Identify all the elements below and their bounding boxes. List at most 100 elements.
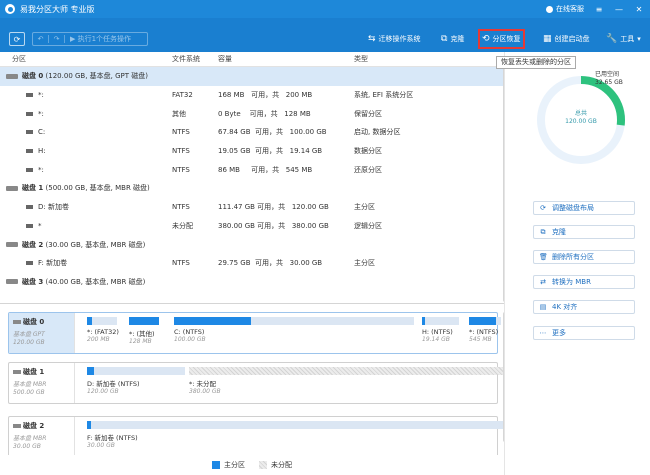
partition-table: 分区 文件系统 容量 类型 磁盘 0 (120.00 GB, 基本盘, GPT … — [0, 52, 504, 303]
partition-block[interactable]: C: (NTFS) 100.00 GB — [174, 317, 414, 343]
refresh-button[interactable]: ⟳ — [9, 32, 25, 46]
convert-icon: ⇄ — [540, 278, 546, 286]
partition-block[interactable]: *: (其他) 128 MB — [129, 317, 159, 345]
disk-name: 磁盘 1 — [22, 184, 44, 193]
partition-block-size: 128 MB — [129, 338, 152, 345]
disk-map: 磁盘 0 基本盘 GPT 120.00 GB *: (FAT32) 200 MB *: (… — [0, 304, 504, 455]
partition-bar — [87, 421, 504, 429]
type-cell: 保留分区 — [354, 109, 382, 118]
total-space-value: 120.00 GB — [565, 118, 597, 125]
op-label: 更多 — [552, 329, 566, 337]
partition-icon — [26, 149, 33, 154]
app-logo-icon — [5, 4, 15, 14]
disk-card[interactable]: 磁盘 0 基本盘 GPT 120.00 GB *: (FAT32) 200 MB *: (… — [8, 312, 501, 354]
partition-block[interactable]: D: 新加卷 (NTFS) 120.00 GB — [87, 367, 185, 395]
undo-redo-group: ↶ ↷ ▶ 执行1个任务操作 — [32, 32, 148, 46]
partition-block[interactable]: *: 未分配 380.00 GB — [189, 367, 504, 395]
type-cell: 系统, EFI 系统分区 — [354, 91, 414, 100]
clone-button[interactable]: ⧉ 克隆 — [441, 33, 464, 45]
capacity-cell: 168 MB 可用，共 200 MB — [218, 91, 313, 100]
user-icon — [546, 5, 553, 13]
partition-block-name: C: (NTFS) — [174, 328, 205, 336]
table-header: 分区 文件系统 容量 类型 — [0, 52, 504, 67]
filesystem-cell: NTFS — [172, 147, 190, 156]
used-space-label: 已用空间 32.65 GB — [595, 71, 623, 87]
migrate-os-button[interactable]: ⇆ 迁移操作系统 — [368, 33, 421, 45]
capacity-cell: 29.75 GB 可用，共 30.00 GB — [218, 259, 323, 268]
op-label: 克隆 — [552, 228, 566, 236]
chevron-down-icon: ▾ — [637, 35, 641, 43]
partition-block-name: H: (NTFS) — [422, 328, 453, 336]
capacity-cell: 19.05 GB 可用，共 19.14 GB — [218, 147, 323, 156]
partition-block-name: F: 新加卷 (NTFS) — [87, 434, 138, 442]
partition-row[interactable]: *: FAT32 168 MB 可用，共 200 MB 系统, EFI 系统分区 — [0, 86, 504, 105]
partition-name-cell: D: 新加卷 — [14, 202, 69, 212]
adjust-layout-icon: ⟳ — [540, 204, 546, 212]
op-clone-button[interactable]: ⧉ 克隆 — [533, 225, 635, 239]
partition-name-cell: *: — [14, 110, 44, 118]
partition-row[interactable]: C: NTFS 67.84 GB 可用，共 100.00 GB 启动, 数据分区 — [0, 123, 504, 142]
op-label: 4K 对齐 — [552, 303, 578, 311]
minimize-icon[interactable]: — — [614, 5, 624, 14]
partition-recovery-button[interactable]: ⟲ 分区恢复 — [478, 29, 525, 49]
partition-name-cell: *: — [14, 91, 44, 99]
op-more-button[interactable]: ⋯ 更多 — [533, 326, 635, 340]
header-capacity[interactable]: 容量 — [218, 54, 232, 64]
disk-card-title: 磁盘 0 — [23, 318, 45, 326]
used-space-value: 32.65 GB — [595, 79, 623, 86]
partition-used-fill — [129, 317, 159, 325]
used-space-title: 已用空间 — [595, 71, 620, 78]
partition-row[interactable]: *: 其他 0 Byte 可用，共 128 MB 保留分区 — [0, 104, 504, 123]
disk-row[interactable]: 磁盘 1 (500.00 GB, 基本盘, MBR 磁盘) — [0, 179, 504, 198]
disk-row[interactable]: 磁盘 3 (40.00 GB, 基本盘, MBR 磁盘) — [0, 273, 504, 292]
menu-icon[interactable]: ≡ — [594, 5, 604, 14]
header-partition[interactable]: 分区 — [12, 54, 26, 64]
partition-block[interactable]: *: (NTFS) 545 MB — [469, 317, 501, 343]
partition-name: F: 新加卷 — [38, 259, 68, 268]
partition-row[interactable]: H: NTFS 19.05 GB 可用，共 19.14 GB 数据分区 — [0, 142, 504, 161]
op-align-button[interactable]: ▤ 4K 对齐 — [533, 300, 635, 314]
partition-block[interactable]: F: 新加卷 (NTFS) 30.00 GB — [87, 421, 504, 449]
disk-card[interactable]: 磁盘 1 基本盘 MBR 500.00 GB D: 新加卷 (NTFS) 120.00 … — [8, 362, 504, 404]
partition-row[interactable]: *: NTFS 86 MB 可用，共 545 MB 还原分区 — [0, 160, 504, 179]
filesystem-cell: NTFS — [172, 128, 190, 137]
capacity-cell: 111.47 GB 可用，共 120.00 GB — [218, 203, 329, 212]
partition-icon — [26, 261, 33, 266]
partition-row[interactable]: F: 新加卷 NTFS 29.75 GB 可用，共 30.00 GB 主分区 — [0, 254, 504, 273]
filesystem-cell: NTFS — [172, 259, 190, 268]
partition-name-cell: F: 新加卷 — [14, 258, 67, 268]
partition-row[interactable]: D: 新加卷 NTFS 111.47 GB 可用，共 120.00 GB 主分区 — [0, 198, 504, 217]
close-icon[interactable]: ✕ — [634, 5, 644, 14]
disk-row[interactable]: 磁盘 2 (30.00 GB, 基本盘, MBR 磁盘) — [0, 235, 504, 254]
disk-row[interactable]: 磁盘 0 (120.00 GB, 基本盘, GPT 磁盘) — [0, 67, 504, 86]
op-trash-button[interactable]: 🗑 删除所有分区 — [533, 250, 635, 264]
execute-pending-button[interactable]: ▶ 执行1个任务操作 — [65, 34, 131, 44]
partition-block-size: 120.00 GB — [87, 388, 119, 395]
partition-block[interactable]: H: (NTFS) 19.14 GB — [422, 317, 459, 343]
disk-card-name: 磁盘 1 — [13, 367, 74, 377]
partition-block[interactable]: *: (FAT32) 200 MB — [87, 317, 119, 343]
disk-row-label: 磁盘 0 (120.00 GB, 基本盘, GPT 磁盘) — [6, 71, 148, 81]
header-filesystem[interactable]: 文件系统 — [172, 54, 200, 64]
disk-card-name: 磁盘 0 — [13, 317, 74, 327]
redo-icon[interactable]: ↷ — [49, 35, 65, 43]
partition-block-size: 30.00 GB — [87, 442, 115, 449]
clone-label: 克隆 — [450, 35, 465, 43]
partition-name: C: — [38, 128, 46, 137]
header-type[interactable]: 类型 — [354, 54, 368, 64]
total-space: 总共 120.00 GB — [535, 110, 627, 126]
disk-card[interactable]: 磁盘 2 基本盘 MBR 30.00 GB F: 新加卷 (NTFS) 30.00 GB — [8, 416, 504, 455]
tools-menu-button[interactable]: 🔧 工具 ▾ — [606, 33, 641, 45]
toolbar: ⟳ ↶ ↷ ▶ 执行1个任务操作 ⇆ 迁移操作系统 ⧉ 克隆 ⟲ 分区恢复 ▦ … — [0, 18, 650, 52]
op-adjust-layout-button[interactable]: ⟳ 调整磁盘布局 — [533, 201, 635, 215]
online-service-button[interactable]: 在线客服 — [546, 4, 584, 14]
partition-bar — [87, 317, 117, 325]
create-boot-disk-button[interactable]: ▦ 创建启动盘 — [543, 33, 590, 45]
op-convert-button[interactable]: ⇄ 转换为 MBR — [533, 275, 635, 289]
disk-info: (500.00 GB, 基本盘, MBR 磁盘) — [45, 184, 150, 193]
undo-icon[interactable]: ↶ — [33, 35, 49, 43]
migrate-icon: ⇆ — [368, 34, 376, 44]
partition-row[interactable]: * 未分配 380.00 GB 可用，共 380.00 GB 逻辑分区 — [0, 217, 504, 236]
partition-block-name: *: (其他) — [129, 330, 155, 338]
filesystem-cell: 其他 — [172, 109, 186, 118]
